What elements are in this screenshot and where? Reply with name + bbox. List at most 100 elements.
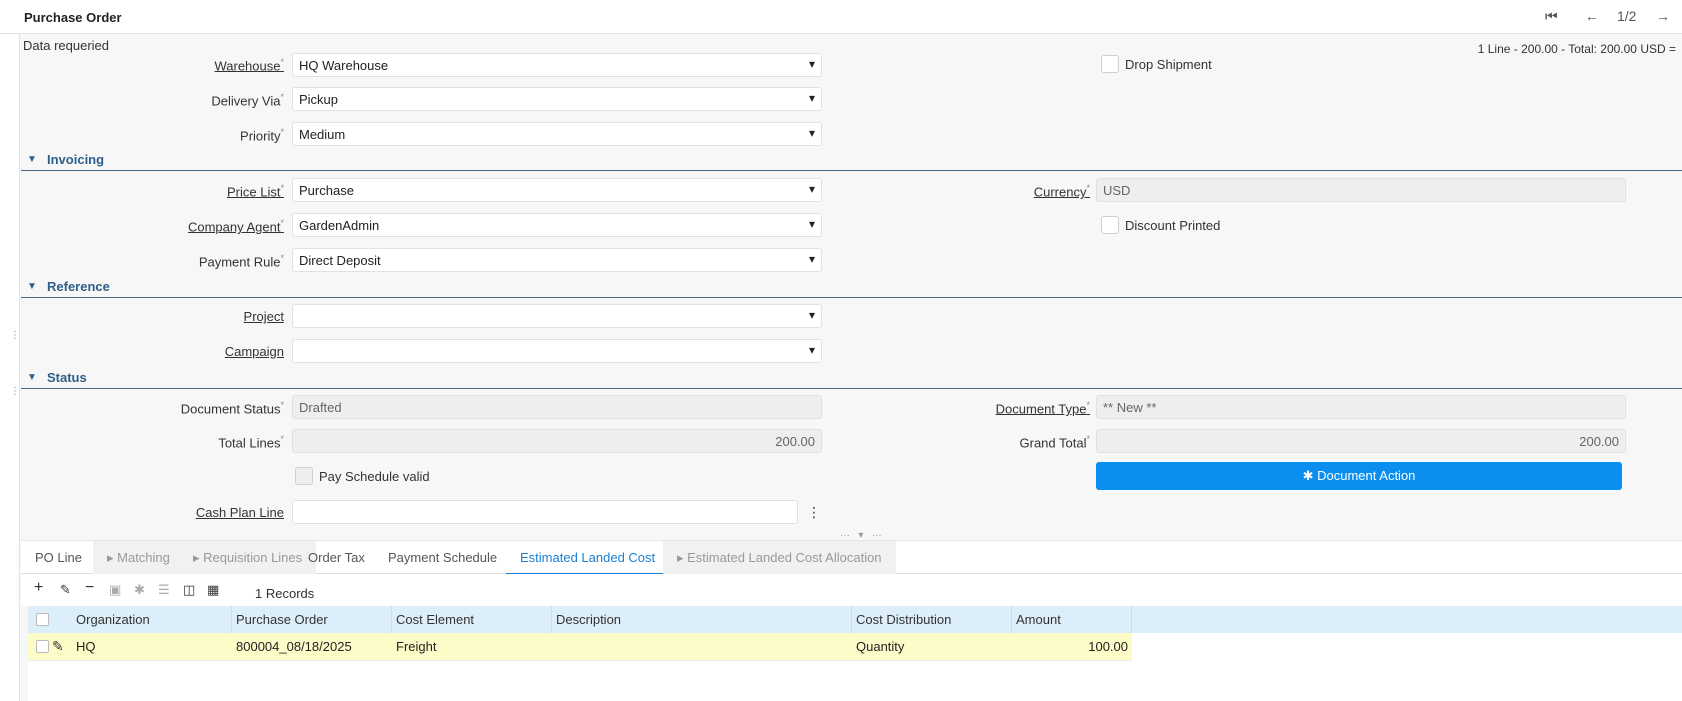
landed-cost-grid: Organization Purchase Order Cost Element… [28,606,1682,701]
window-title: Purchase Order [24,10,122,25]
delivery-via-select[interactable]: Pickup ▾ [292,87,822,111]
cell-description [552,633,852,661]
previous-record-icon[interactable]: ← [1585,8,1599,24]
warehouse-select[interactable]: HQ Warehouse ▾ [292,53,822,77]
order-summary: 1 Line - 200.00 - Total: 200.00 USD = [1477,42,1676,56]
grand-total-field: 200.00 [1096,429,1626,453]
price-list-label: Price List* [227,183,284,200]
grand-total-label: Grand Total* [1019,434,1090,451]
priority-select[interactable]: Medium ▾ [292,122,822,146]
grid-header: Organization Purchase Order Cost Element… [28,606,1682,633]
pay-schedule-label: Pay Schedule valid [319,468,430,484]
pay-schedule-valid-checkbox[interactable]: Pay Schedule valid [295,467,430,485]
currency-value: USD [1103,183,1131,198]
select-all-checkbox[interactable] [36,613,49,626]
currency-field: USD [1096,178,1626,202]
company-agent-select[interactable]: GardenAdmin ▾ [292,213,822,237]
document-action-label: Document Action [1317,468,1416,483]
document-status-value: Drafted [299,400,342,415]
resize-handle-icon[interactable]: ⋮ [10,330,20,341]
cell-cost-distribution: Quantity [856,639,905,654]
left-panel-strip: ⋮ ⋮ [0,34,20,701]
delete-record-icon[interactable]: − [85,579,94,597]
project-select[interactable]: ▾ [292,304,822,328]
column-header-description[interactable]: Description [552,606,852,633]
project-label: Project [243,309,284,324]
cell-organization: HQ [76,639,96,654]
currency-label: Currency* [1033,183,1090,200]
grid-view-icon[interactable]: ▦ [207,582,219,598]
edit-row-icon[interactable]: ✎ [52,638,64,655]
price-list-select[interactable]: Purchase ▾ [292,178,822,202]
chevron-down-icon[interactable]: ▾ [809,126,815,140]
split-view-icon[interactable]: ◫ [183,582,195,598]
document-status-field: Drafted [292,395,822,419]
column-header-cost-distribution[interactable]: Cost Distribution [852,606,1012,633]
chevron-down-icon[interactable]: ▾ [809,57,815,71]
tab-label: Requisition Lines [203,550,303,565]
tab-po-line[interactable]: PO Line [21,541,96,575]
row-checkbox[interactable] [36,640,49,653]
payment-rule-value: Direct Deposit [299,253,381,268]
company-agent-value: GardenAdmin [299,218,380,233]
checkbox[interactable] [295,467,313,485]
payment-rule-select[interactable]: Direct Deposit ▾ [292,248,822,272]
tab-payment-schedule[interactable]: Payment Schedule [374,541,511,575]
edit-record-icon[interactable]: ✎ [60,582,71,598]
chevron-down-icon[interactable]: ▾ [809,343,815,357]
cash-plan-line-input[interactable] [292,500,798,524]
cash-plan-line-label: Cash Plan Line [195,505,284,520]
save-icon[interactable]: ▣ [109,582,121,598]
section-title: Invoicing [47,152,105,167]
collapse-caret-icon[interactable]: ▼ [27,154,37,165]
drop-shipment-label: Drop Shipment [1125,56,1212,72]
column-header-purchase-order[interactable]: Purchase Order [232,606,392,633]
document-action-button[interactable]: ✱ Document Action [1096,462,1622,490]
chevron-down-icon[interactable]: ▾ [809,308,815,322]
column-header-amount[interactable]: Amount [1012,606,1132,633]
new-record-icon[interactable]: + [34,579,43,597]
campaign-label: Campaign [224,344,284,359]
tab-estimated-landed-cost-allocation[interactable]: ▸ Estimated Landed Cost Allocation [663,541,896,575]
table-row[interactable]: ✎ HQ 800004_08/18/2025 Freight Quantity … [28,633,1132,661]
column-header-organization[interactable]: Organization [72,606,232,633]
collapse-caret-icon[interactable]: ▼ [27,372,37,383]
column-header-cost-element[interactable]: Cost Element [392,606,552,633]
section-reference[interactable]: ▼ Reference [21,278,1682,298]
window-titlebar: Purchase Order ⏮ ← 1/2 → [0,0,1682,34]
detail-tabs: PO Line ▸ Matching ▸ Requisition Lines O… [21,540,1682,575]
first-record-icon[interactable]: ⏮ [1545,8,1558,25]
section-invoicing[interactable]: ▼ Invoicing [21,151,1682,171]
warehouse-value: HQ Warehouse [299,58,389,73]
total-lines-value: 200.00 [775,434,815,449]
priority-value: Medium [299,127,346,142]
delivery-via-label: Delivery Via* [211,92,284,109]
tab-estimated-landed-cost[interactable]: Estimated Landed Cost [506,541,670,575]
checkbox[interactable] [1101,55,1119,73]
chevron-down-icon[interactable]: ▾ [809,182,815,196]
gear-icon: ✱ [1302,468,1314,483]
chevron-down-icon[interactable]: ▾ [809,252,815,266]
chevron-down-icon[interactable]: ▾ [809,91,815,105]
collapse-caret-icon[interactable]: ▼ [27,281,37,292]
document-type-field: ** New ** [1096,395,1626,419]
discount-printed-label: Discount Printed [1125,217,1221,233]
section-status[interactable]: ▼ Status [21,369,1682,389]
drop-shipment-checkbox[interactable]: Drop Shipment [1101,55,1212,73]
checklist-icon[interactable]: ☰ [158,582,170,598]
chevron-down-icon[interactable]: ▾ [809,217,815,231]
resize-handle-icon[interactable]: ⋮ [10,386,20,397]
tab-matching[interactable]: ▸ Matching [93,541,184,575]
tab-label: Estimated Landed Cost Allocation [687,550,882,565]
more-options-icon[interactable]: ⋮ [807,504,821,521]
campaign-select[interactable]: ▾ [292,339,822,363]
cell-purchase-order: 800004_08/18/2025 [236,639,352,654]
discount-printed-checkbox[interactable]: Discount Printed [1101,216,1220,234]
next-record-icon[interactable]: → [1656,8,1670,24]
checkbox[interactable] [1101,216,1119,234]
cell-cost-element: Freight [396,639,437,654]
process-icon[interactable]: ✱ [134,582,145,598]
section-title: Reference [47,279,110,294]
tab-order-tax[interactable]: Order Tax [294,541,379,575]
company-agent-label: Company Agent* [187,218,284,235]
